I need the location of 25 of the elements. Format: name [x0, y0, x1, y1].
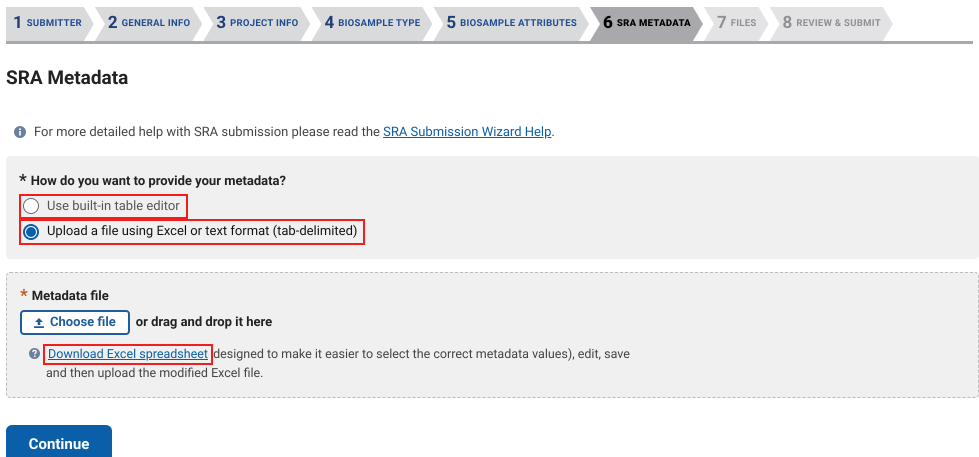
wizard-step[interactable]: 1 SUBMITTER: [6, 7, 94, 41]
radio-option[interactable]: Upload a file using Excel or text format (tab-delimited): [19, 219, 366, 244]
radio-option[interactable]: Use built-in table editor: [19, 194, 188, 219]
field-label: Metadata file: [32, 288, 109, 306]
help-link[interactable]: SRA Submission Wizard Help: [383, 124, 552, 140]
continue-button[interactable]: Continue: [6, 425, 112, 457]
wizard-step[interactable]: 5 BIOSAMPLE ATTRIBUTES: [433, 7, 589, 41]
question-label: How do you want to provide your metadata?: [30, 173, 286, 191]
wizard-step[interactable]: 4 BIOSAMPLE TYPE: [311, 7, 432, 41]
choose-file-button[interactable]: Choose file: [20, 310, 130, 335]
required-mark: *: [20, 288, 28, 305]
required-mark: *: [19, 173, 27, 190]
radio-button[interactable]: [23, 198, 39, 214]
upload-icon: [34, 318, 44, 328]
drop-hint: or drag and drop it here: [136, 314, 272, 332]
download-link[interactable]: Download Excel spreadsheet: [46, 347, 210, 362]
info-icon: [14, 126, 26, 138]
wizard-step[interactable]: 3 PROJECT INFO: [203, 7, 310, 41]
page-title: SRA Metadata: [6, 65, 130, 91]
wizard-step[interactable]: 2 GENERAL INFO: [94, 7, 202, 41]
help-icon: [29, 348, 40, 359]
wizard-step[interactable]: 6 SRA METADATA: [590, 7, 703, 41]
help-text: For more detailed help with SRA submission please read the SRA Submission Wizard Help.: [34, 124, 555, 142]
radio-button[interactable]: [23, 224, 39, 240]
download-note: Download Excel spreadsheet designed to make it easier to select the correct metadata values), edit, save and then upload the modified Excel file.: [46, 345, 631, 383]
